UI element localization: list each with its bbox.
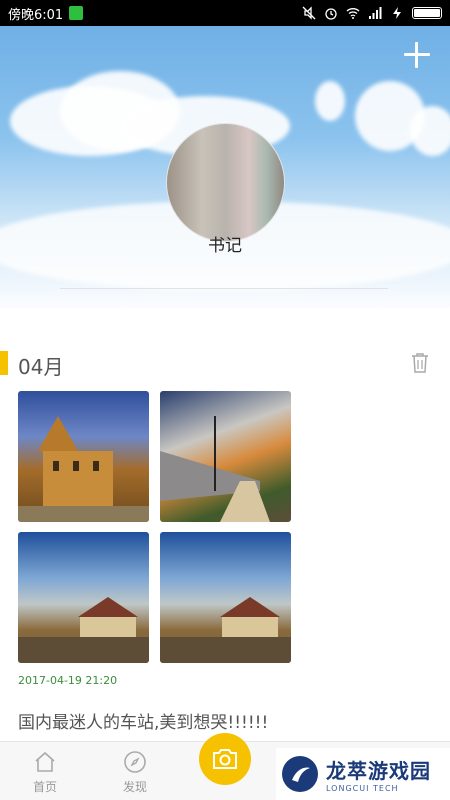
charging-icon (393, 7, 401, 19)
watermark-subtitle: LONGCUI TECH (326, 784, 399, 793)
battery-icon (412, 7, 442, 19)
post-date: 2017-04-19 21:20 (18, 674, 118, 687)
wifi-icon (346, 8, 360, 19)
avatar[interactable] (166, 123, 285, 242)
profile-header (0, 26, 450, 308)
signal-icon (369, 7, 382, 19)
watermark-title: 龙萃游戏园 (326, 759, 431, 783)
home-icon (35, 751, 55, 772)
alarm-icon (325, 8, 337, 20)
username: 书记 (208, 236, 242, 256)
cloud-decoration (410, 106, 450, 156)
watermark: 龙萃游戏园 LONGCUI TECH (276, 748, 450, 800)
divider (60, 288, 388, 289)
notification-app-icon (69, 6, 84, 20)
status-time: 傍晚6:01 (8, 7, 64, 23)
trash-icon[interactable] (410, 352, 430, 374)
month-label: 04月 (18, 355, 64, 379)
add-button[interactable] (402, 40, 432, 70)
mute-icon (302, 6, 316, 20)
month-accent-bar (0, 351, 8, 375)
photo-thumbnail[interactable] (160, 532, 291, 663)
photo-thumbnail[interactable] (18, 532, 149, 663)
watermark-logo-icon (282, 756, 318, 792)
nav-discover-label: 发现 (122, 780, 147, 794)
status-bar: 傍晚6:01 (0, 0, 450, 26)
camera-icon (213, 749, 237, 769)
camera-button[interactable] (199, 733, 251, 785)
nav-discover[interactable]: 发现 (105, 750, 165, 795)
nav-home-label: 首页 (32, 780, 57, 794)
cloud-decoration (315, 81, 345, 121)
photo-thumbnail[interactable] (18, 391, 149, 522)
post-text: 国内最迷人的车站,美到想哭!!!!!! (18, 713, 269, 733)
photo-thumbnail[interactable] (160, 391, 291, 522)
nav-home[interactable]: 首页 (15, 750, 75, 795)
compass-icon (124, 751, 146, 773)
